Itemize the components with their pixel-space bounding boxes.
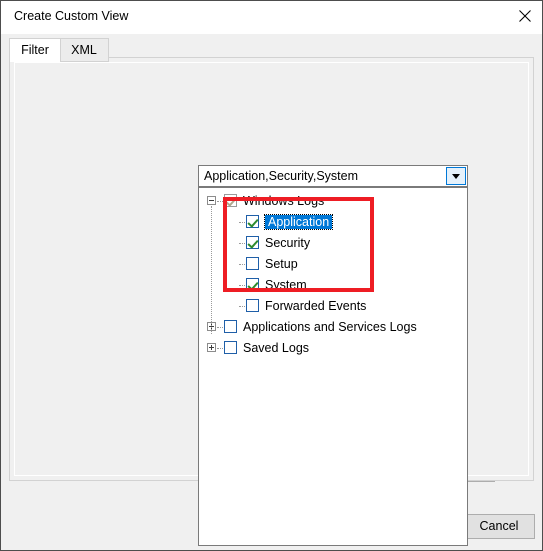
tree-item-saved-logs[interactable]: Saved Logs: [243, 339, 309, 357]
window-title: Create Custom View: [14, 9, 129, 23]
close-icon: [519, 10, 531, 22]
close-button[interactable]: [509, 1, 542, 32]
cancel-button[interactable]: Cancel: [463, 514, 535, 539]
tree-checkbox-forwarded-events[interactable]: [246, 299, 259, 312]
collapse-expander-icon[interactable]: [207, 196, 216, 205]
event-logs-dropdown-button[interactable]: [446, 167, 466, 185]
tree-item-applications-and-services-logs[interactable]: Applications and Services Logs: [243, 318, 417, 336]
expander-bar: [211, 345, 212, 350]
tree-item-label: Forwarded Events: [265, 299, 367, 313]
title-bar: Create Custom View: [1, 1, 542, 34]
tree-checkbox-applications-and-services-logs[interactable]: [224, 320, 237, 333]
tab-xml[interactable]: XML: [59, 38, 109, 62]
cancel-button-label: Cancel: [479, 519, 519, 533]
create-custom-view-dialog: Create Custom View Filter XML Logged: La…: [0, 0, 543, 551]
tree-connector-line: [217, 327, 223, 328]
tree-item-forwarded-events[interactable]: Forwarded Events: [265, 297, 366, 315]
tree-item-label: Saved Logs: [243, 341, 310, 355]
tree-connector-line: [239, 306, 245, 307]
expander-bar: [209, 200, 214, 201]
annotation-rectangle: [223, 197, 374, 292]
event-logs-value: Application,Security,System: [204, 169, 358, 183]
chevron-down-icon: [452, 174, 460, 179]
event-logs-combobox[interactable]: Application,Security,System: [198, 165, 468, 187]
tree-item-label: Applications and Services Logs: [243, 320, 417, 334]
tab-filter[interactable]: Filter: [9, 38, 61, 62]
tree-connector-line: [217, 348, 223, 349]
tree-trunk-line: [211, 206, 212, 334]
tree-checkbox-saved-logs[interactable]: [224, 341, 237, 354]
expand-expander-icon[interactable]: [207, 343, 216, 352]
